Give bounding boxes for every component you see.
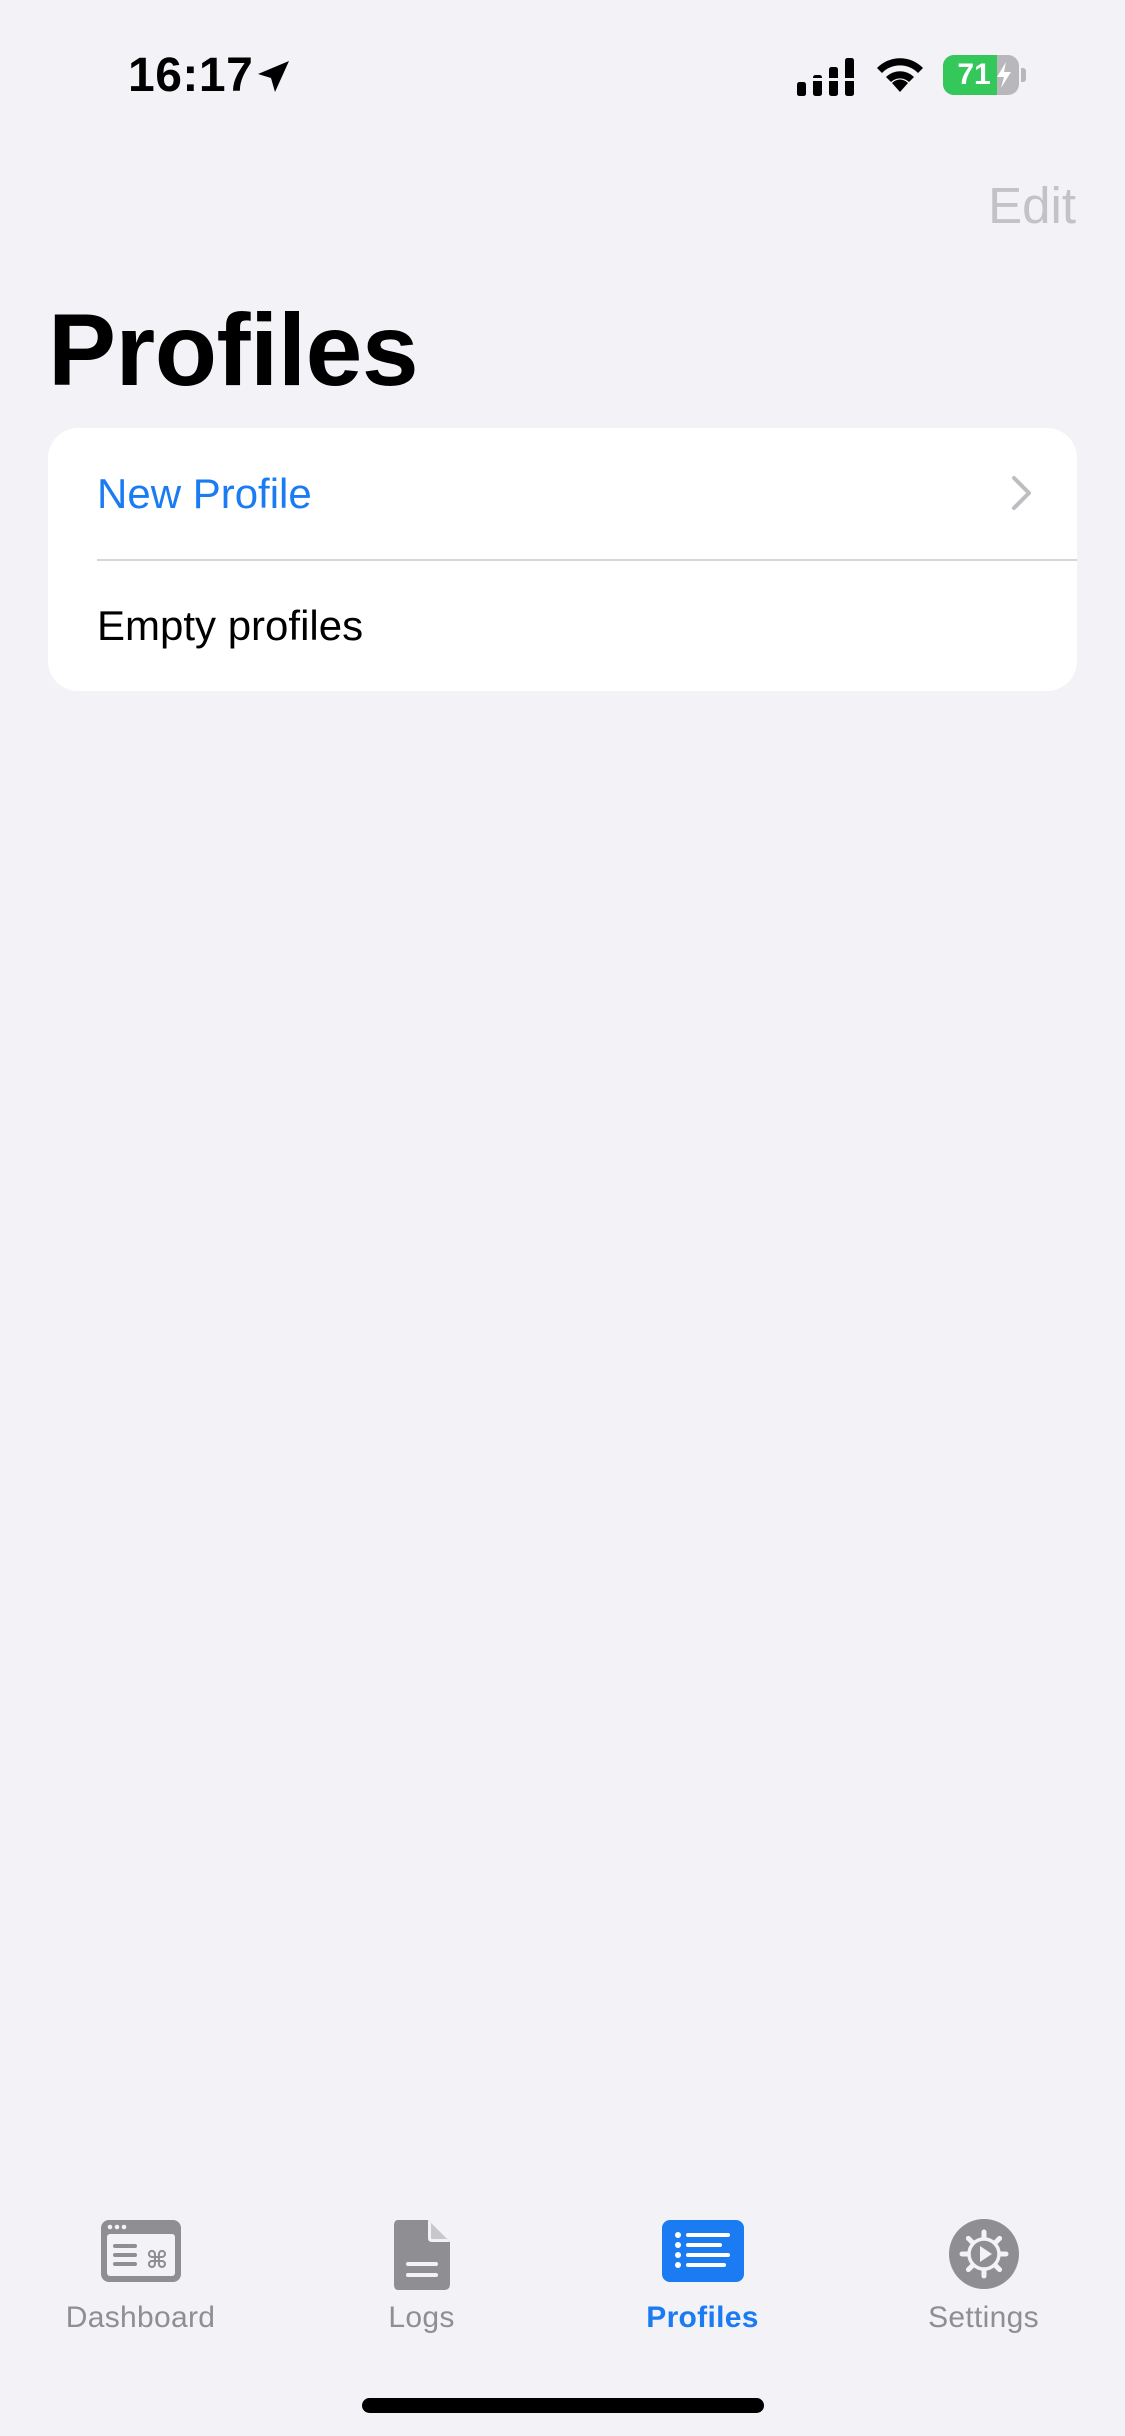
empty-profiles-label: Empty profiles — [97, 602, 364, 649]
empty-profiles-row: Empty profiles — [48, 560, 1077, 691]
status-bar: 16:17 71 — [0, 0, 1125, 140]
cellular-signal-icon — [797, 58, 854, 96]
tab-label: Logs — [388, 2301, 455, 2334]
tab-label: Profiles — [646, 2301, 759, 2334]
battery-body: 71 — [943, 55, 1019, 95]
dashboard-icon: ⌘ — [100, 2220, 181, 2282]
profiles-list: New Profile Empty profiles — [48, 428, 1077, 691]
home-indicator[interactable] — [362, 2398, 764, 2413]
charging-bolt-icon — [997, 62, 1011, 88]
tab-label: Dashboard — [65, 2301, 216, 2334]
location-arrow-icon — [258, 61, 289, 92]
battery-percent: 71 — [957, 58, 991, 91]
tab-profiles[interactable]: Profiles — [562, 2190, 843, 2340]
gear-icon — [948, 2219, 1019, 2289]
list-icon — [661, 2220, 744, 2282]
battery-nub — [1021, 68, 1026, 82]
chevron-right-icon — [1012, 476, 1031, 510]
tab-label: Settings — [928, 2301, 1039, 2334]
page-title: Profiles — [48, 293, 419, 407]
tab-settings[interactable]: Settings — [843, 2190, 1124, 2340]
tab-logs[interactable]: Logs — [281, 2190, 562, 2340]
status-time: 16:17 — [128, 49, 254, 102]
wifi-icon — [877, 58, 923, 92]
battery-charging-icon: 71 — [943, 55, 1026, 95]
new-profile-row[interactable]: New Profile — [48, 428, 1077, 561]
edit-button[interactable]: Edit — [988, 176, 1076, 236]
svg-text:⌘: ⌘ — [145, 2246, 167, 2274]
new-profile-label: New Profile — [97, 470, 312, 517]
tab-dashboard[interactable]: ⌘ Dashboard — [0, 2190, 281, 2340]
document-icon — [393, 2220, 450, 2290]
